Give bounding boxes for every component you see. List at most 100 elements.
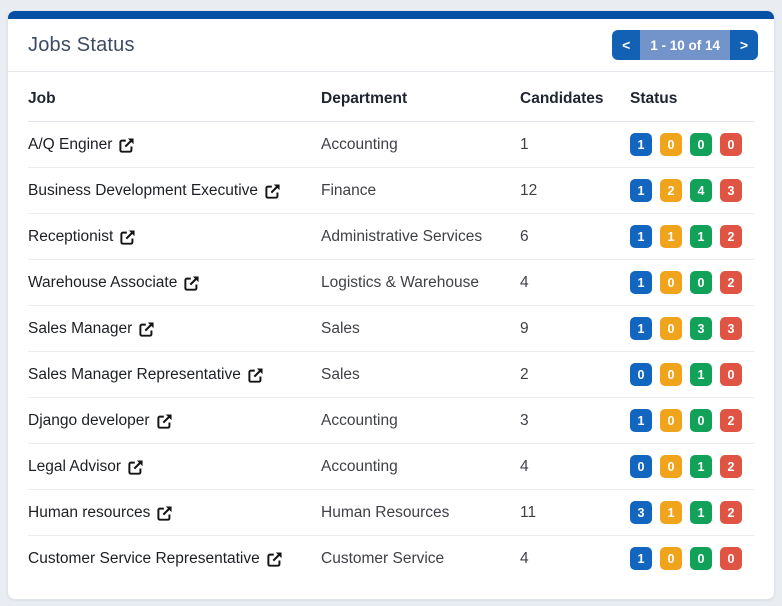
pagination-next-button[interactable]: >	[730, 30, 758, 60]
status-badge: 0	[660, 317, 682, 340]
page-title: Jobs Status	[28, 33, 135, 56]
department-cell: Customer Service	[321, 549, 445, 567]
job-link[interactable]: Human resources	[28, 504, 173, 522]
external-link-icon[interactable]	[127, 459, 144, 476]
candidates-cell: 4	[520, 549, 529, 567]
department-cell: Accounting	[321, 121, 520, 168]
candidates-cell: 9	[520, 305, 630, 352]
status-badge: 2	[720, 271, 742, 294]
job-name: Django developer	[28, 411, 150, 429]
department-cell: Accounting	[321, 397, 520, 444]
table-row: Sales Manager Representative Sales 2 0 0…	[28, 351, 754, 398]
pagination: < 1 - 10 of 14 >	[612, 30, 758, 60]
status-badge: 2	[720, 225, 742, 248]
status-badge: 1	[630, 547, 652, 571]
jobs-table: Job Department Candidates Status A/Q Eng…	[28, 78, 754, 582]
department-cell: Finance	[321, 167, 520, 214]
status-badge: 1	[630, 179, 652, 202]
status-badges: 1 0 0 0	[630, 133, 754, 156]
candidates-cell: 12	[520, 167, 630, 214]
candidates-cell: 3	[520, 397, 630, 444]
external-link-icon[interactable]	[118, 137, 135, 154]
column-header-status: Status	[630, 78, 754, 122]
job-name: Receptionist	[28, 227, 114, 245]
table-row: A/Q Enginer Accounting 1 1 0 0 0	[28, 121, 754, 168]
candidates-cell: 4	[520, 259, 630, 306]
department-cell: Logistics & Warehouse	[321, 259, 520, 306]
candidates-cell: 1	[520, 121, 630, 168]
job-name: Sales Manager Representative	[28, 365, 241, 383]
status-badge: 1	[630, 225, 652, 248]
table-row: Receptionist Administrative Services 6 1…	[28, 213, 754, 260]
status-badges: 1 1 1 2	[630, 225, 754, 248]
card-top-accent-bar	[8, 11, 774, 19]
external-link-icon[interactable]	[156, 505, 173, 522]
status-badge: 0	[660, 409, 682, 432]
external-link-icon[interactable]	[156, 413, 173, 430]
status-badge: 1	[660, 225, 682, 248]
job-link[interactable]: Warehouse Associate	[28, 274, 200, 292]
status-badge: 1	[660, 501, 682, 524]
job-link[interactable]: Sales Manager	[28, 320, 155, 338]
external-link-icon[interactable]	[119, 229, 136, 246]
external-link-icon[interactable]	[264, 183, 281, 200]
status-badges: 1 2 4 3	[630, 179, 754, 202]
status-badge: 0	[720, 363, 742, 386]
jobs-status-card: Jobs Status < 1 - 10 of 14 > Job Departm…	[7, 10, 775, 600]
table-row: Django developer Accounting 3 1 0 0 2	[28, 397, 754, 444]
status-badge: 1	[690, 501, 712, 524]
job-name: Warehouse Associate	[28, 273, 178, 291]
job-name: Sales Manager	[28, 319, 133, 337]
status-badge: 0	[690, 133, 712, 156]
external-link-icon[interactable]	[266, 551, 283, 568]
status-badges: 1 0 3 3	[630, 317, 754, 340]
department-cell: Administrative Services	[321, 213, 520, 260]
pagination-label: 1 - 10 of 14	[640, 30, 730, 60]
status-badge: 3	[690, 317, 712, 340]
job-link[interactable]: Sales Manager Representative	[28, 366, 264, 384]
job-link[interactable]: Legal Advisor	[28, 458, 144, 476]
job-name: Human resources	[28, 503, 151, 521]
status-badges: 1 0 0 2	[630, 271, 754, 294]
department-cell: Sales	[321, 305, 520, 352]
status-badges: 0 0 1 0	[630, 363, 754, 386]
job-link[interactable]: Business Development Executive	[28, 182, 281, 200]
jobs-table-body: A/Q Enginer Accounting 1 1 0 0 0 Busines…	[28, 121, 754, 582]
external-link-icon[interactable]	[247, 367, 264, 384]
status-badge: 0	[660, 547, 682, 571]
status-badge: 0	[690, 547, 712, 571]
status-badge: 1	[630, 133, 652, 156]
status-badge: 1	[630, 317, 652, 340]
job-link[interactable]: Receptionist	[28, 228, 136, 246]
department-cell: Accounting	[321, 443, 520, 490]
status-badges: 3 1 1 2	[630, 501, 754, 524]
department-cell: Sales	[321, 351, 520, 398]
status-badge: 0	[690, 271, 712, 294]
status-badge: 4	[690, 179, 712, 202]
status-badge: 3	[630, 501, 652, 524]
table-row: Legal Advisor Accounting 4 0 0 1 2	[28, 443, 754, 490]
pagination-prev-button[interactable]: <	[612, 30, 641, 60]
status-badge: 1	[690, 225, 712, 248]
status-badge: 1	[690, 363, 712, 386]
table-row: Human resources Human Resources 11 3 1 1…	[28, 489, 754, 536]
jobs-table-wrap: Job Department Candidates Status A/Q Eng…	[8, 72, 774, 582]
status-badge: 0	[630, 455, 652, 478]
status-badges: 1 0 0 2	[630, 409, 754, 432]
external-link-icon[interactable]	[183, 275, 200, 292]
job-link[interactable]: Django developer	[28, 412, 173, 430]
column-header-candidates: Candidates	[520, 78, 630, 122]
job-link[interactable]: Customer Service Representative	[28, 550, 283, 568]
card-header: Jobs Status < 1 - 10 of 14 >	[8, 19, 774, 71]
status-badge: 1	[690, 455, 712, 478]
status-badges: 1 0 0 0	[630, 547, 754, 571]
table-row: Sales Manager Sales 9 1 0 3 3	[28, 305, 754, 352]
status-badge: 0	[660, 455, 682, 478]
external-link-icon[interactable]	[138, 321, 155, 338]
table-row: Customer Service Representative Customer…	[28, 536, 754, 582]
job-name: Legal Advisor	[28, 457, 122, 475]
job-name: Business Development Executive	[28, 181, 259, 199]
job-link[interactable]: A/Q Enginer	[28, 136, 135, 154]
status-badge: 2	[720, 455, 742, 478]
candidates-cell: 6	[520, 213, 630, 260]
